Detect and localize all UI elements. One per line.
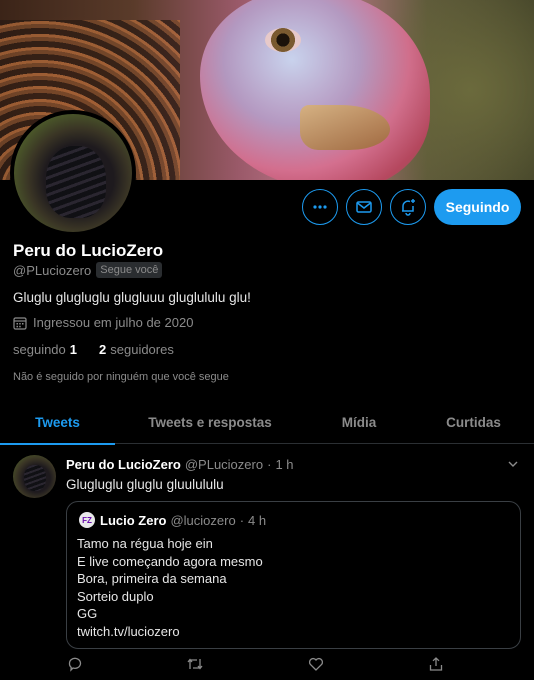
followers-stat[interactable]: 2 seguidores bbox=[99, 342, 174, 357]
following-button[interactable]: Seguindo bbox=[434, 189, 521, 225]
like-button[interactable] bbox=[308, 656, 324, 677]
quoted-line: GG bbox=[77, 606, 98, 621]
followers-count: 2 bbox=[99, 342, 107, 357]
quoted-avatar: FZ bbox=[79, 512, 95, 528]
calendar-icon bbox=[13, 316, 27, 330]
tab-media[interactable]: Mídia bbox=[305, 400, 413, 444]
banner-turkey-eye bbox=[265, 28, 301, 52]
retweet-icon bbox=[187, 658, 203, 670]
tweet-author[interactable]: Peru do LucioZero bbox=[66, 457, 181, 472]
notifications-button[interactable] bbox=[390, 189, 426, 225]
tab-likes[interactable]: Curtidas bbox=[413, 400, 534, 444]
quoted-line: E live começando agora mesmo bbox=[77, 553, 263, 569]
not-followed-note: Não é seguido por ninguém que você segue bbox=[13, 371, 229, 383]
reply-icon bbox=[68, 657, 82, 672]
more-button[interactable] bbox=[302, 189, 338, 225]
tweet-time[interactable]: 1 h bbox=[275, 457, 293, 472]
profile-name: Peru do LucioZero bbox=[13, 241, 164, 260]
quoted-text: Tamo na régua hoje ein E live começando … bbox=[77, 535, 263, 640]
banner-turkey-head bbox=[200, 0, 430, 180]
tab-tweets[interactable]: Tweets bbox=[0, 400, 115, 445]
bell-plus-icon bbox=[402, 199, 415, 216]
tweet-text: Glugluglu gluglu gluulululu bbox=[66, 477, 224, 492]
tab-tweets-and-replies[interactable]: Tweets e respostas bbox=[115, 400, 305, 444]
profile-tabs: Tweets Tweets e respostas Mídia Curtidas bbox=[0, 400, 534, 445]
tweet-handle[interactable]: @PLuciozero bbox=[185, 457, 263, 472]
following-label: seguindo bbox=[13, 342, 66, 357]
heart-icon bbox=[308, 657, 324, 671]
follows-you-badge: Segue você bbox=[96, 262, 163, 278]
profile-handle: @PLuciozero bbox=[13, 262, 92, 278]
profile-actions: Seguindo bbox=[0, 189, 534, 225]
quoted-author: Lucio Zero bbox=[100, 513, 167, 528]
quoted-handle: @luciozero bbox=[170, 513, 236, 528]
quoted-link[interactable]: twitch.tv/luciozero bbox=[77, 623, 263, 641]
follow-stats: seguindo 1 2 seguidores bbox=[13, 342, 174, 357]
reply-button[interactable] bbox=[67, 656, 83, 677]
following-stat[interactable]: seguindo 1 bbox=[13, 342, 81, 357]
share-icon bbox=[429, 657, 443, 671]
profile-handle-row: @PLuciozero Segue você bbox=[13, 262, 163, 278]
profile-bio: Gluglu glugluglu glugluuu gluglululu glu… bbox=[13, 290, 251, 305]
tweet[interactable]: Peru do LucioZero @PLuciozero · 1 h Glug… bbox=[0, 445, 534, 680]
message-button[interactable] bbox=[346, 189, 382, 225]
quoted-header: Lucio Zero @luciozero · 4 h bbox=[100, 513, 266, 528]
more-icon bbox=[313, 205, 327, 209]
joined-text: Ingressou em julho de 2020 bbox=[33, 315, 194, 330]
joined-date: Ingressou em julho de 2020 bbox=[13, 315, 193, 330]
share-button[interactable] bbox=[428, 656, 444, 677]
tweet-actions bbox=[0, 656, 534, 676]
chevron-down-icon bbox=[508, 461, 518, 467]
tweet-separator: · bbox=[267, 457, 272, 472]
quoted-separator: · bbox=[239, 513, 245, 528]
quoted-time: 4 h bbox=[248, 513, 267, 528]
followers-label: seguidores bbox=[110, 342, 174, 357]
tweet-avatar[interactable] bbox=[13, 455, 56, 498]
banner-turkey-beak bbox=[300, 105, 390, 150]
quoted-line: Tamo na régua hoje ein bbox=[77, 536, 213, 551]
quoted-tweet[interactable]: FZ Lucio Zero @luciozero · 4 h Tamo na r… bbox=[66, 501, 521, 649]
tweet-header: Peru do LucioZero @PLuciozero · 1 h bbox=[66, 457, 294, 472]
tweet-menu-button[interactable] bbox=[507, 457, 519, 475]
mail-icon bbox=[356, 201, 372, 213]
following-count: 1 bbox=[69, 342, 78, 357]
quoted-line: Sorteio duplo bbox=[77, 588, 154, 604]
retweet-button[interactable] bbox=[186, 656, 204, 677]
quoted-line: Bora, primeira da semana bbox=[77, 571, 227, 586]
